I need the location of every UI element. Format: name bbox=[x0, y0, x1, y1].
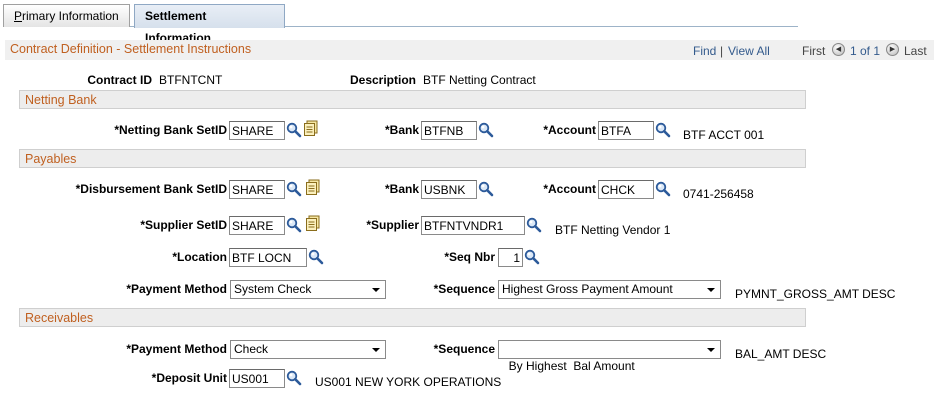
payables-bank-lookup-icon[interactable] bbox=[478, 181, 494, 197]
supplier-lookup-icon[interactable] bbox=[526, 217, 542, 233]
netting-account-input[interactable] bbox=[598, 121, 654, 140]
deposit-unit-lookup-icon[interactable] bbox=[286, 370, 302, 386]
netting-bank-input[interactable] bbox=[421, 121, 477, 140]
receivables-sequence-description: BAL_AMT DESC bbox=[735, 347, 827, 361]
payables-sequence-description: PYMNT_GROSS_AMT DESC bbox=[735, 287, 896, 301]
next-arrow-icon[interactable]: ▶ bbox=[886, 43, 899, 56]
netting-bank-lookup-icon[interactable] bbox=[478, 122, 494, 138]
first-label[interactable]: First bbox=[802, 44, 825, 58]
supplier-label: *Supplier bbox=[366, 218, 419, 232]
seq-nbr-input[interactable] bbox=[498, 248, 523, 267]
netting-account-description: BTF ACCT 001 bbox=[683, 128, 765, 142]
netting-bank-setid-lookup-icon[interactable] bbox=[286, 122, 302, 138]
supplier-setid-list-icon[interactable] bbox=[305, 215, 321, 231]
supplier-description: BTF Netting Vendor 1 bbox=[555, 223, 671, 237]
payables-payment-method-label: *Payment Method bbox=[126, 282, 227, 296]
netting-bank-setid-list-icon[interactable] bbox=[303, 120, 319, 136]
receivables-sequence-select[interactable]: By Highest Bal Amount bbox=[498, 340, 721, 373]
receivables-sequence-value: By Highest Bal Amount bbox=[508, 359, 635, 373]
netting-bank-label: *Bank bbox=[384, 123, 419, 137]
payables-bank-label: *Bank bbox=[384, 182, 419, 196]
netting-bank-setid-label: *Netting Bank SetID bbox=[114, 123, 227, 137]
contract-id-value: BTFNTCNT bbox=[159, 73, 223, 87]
section-payables-title: Payables bbox=[25, 152, 77, 166]
payables-account-description: 0741-256458 bbox=[683, 187, 754, 201]
section-netting-bank: Netting Bank bbox=[19, 90, 806, 109]
payables-payment-method-select[interactable]: System Check bbox=[230, 280, 386, 299]
page-title: Contract Definition - Settlement Instruc… bbox=[10, 42, 252, 56]
seq-nbr-label: *Seq Nbr bbox=[444, 250, 495, 264]
payables-account-label: *Account bbox=[543, 182, 596, 196]
tab-settlement-information[interactable]: Settlement Information bbox=[134, 4, 285, 45]
contract-id-label: Contract ID bbox=[87, 73, 152, 87]
payables-account-input[interactable] bbox=[598, 180, 654, 199]
supplier-setid-input[interactable] bbox=[229, 216, 285, 235]
section-receivables-title: Receivables bbox=[25, 311, 94, 325]
chevron-down-icon bbox=[707, 348, 715, 352]
netting-account-label: *Account bbox=[543, 123, 596, 137]
receivables-sequence-label: *Sequence bbox=[433, 342, 495, 356]
payables-bank-input[interactable] bbox=[421, 180, 477, 199]
netting-bank-setid-input[interactable] bbox=[229, 121, 285, 140]
receivables-payment-method-value: Check bbox=[234, 342, 269, 356]
payables-account-lookup-icon[interactable] bbox=[655, 181, 671, 197]
chevron-down-icon bbox=[372, 348, 380, 352]
previous-arrow-icon[interactable]: ◀ bbox=[832, 43, 845, 56]
receivables-payment-method-select[interactable]: Check bbox=[230, 340, 386, 359]
payables-sequence-value: Highest Gross Payment Amount bbox=[502, 282, 673, 296]
location-input[interactable] bbox=[229, 248, 307, 267]
receivables-payment-method-label: *Payment Method bbox=[126, 342, 227, 356]
chevron-down-icon bbox=[372, 288, 380, 292]
payables-sequence-select[interactable]: Highest Gross Payment Amount bbox=[498, 280, 721, 299]
section-netting-bank-title: Netting Bank bbox=[25, 93, 97, 107]
netting-account-lookup-icon[interactable] bbox=[655, 122, 671, 138]
location-lookup-icon[interactable] bbox=[308, 249, 324, 265]
supplier-setid-lookup-icon[interactable] bbox=[286, 217, 302, 233]
deposit-unit-label: *Deposit Unit bbox=[151, 371, 227, 385]
section-payables: Payables bbox=[19, 149, 806, 168]
nav-separator: | bbox=[720, 44, 724, 58]
tab-primary-information[interactable]: Primary Information bbox=[3, 4, 130, 27]
description-label: Description bbox=[349, 73, 416, 87]
tab-primary-label: rimary Information bbox=[22, 9, 119, 23]
payables-sequence-label: *Sequence bbox=[433, 282, 495, 296]
payables-payment-method-value: System Check bbox=[234, 282, 312, 296]
chevron-down-icon bbox=[707, 288, 715, 292]
section-receivables: Receivables bbox=[19, 308, 806, 327]
supplier-input[interactable] bbox=[421, 216, 525, 235]
seq-nbr-lookup-icon[interactable] bbox=[524, 249, 540, 265]
disbursement-setid-list-icon[interactable] bbox=[305, 179, 321, 195]
deposit-unit-description: US001 NEW YORK OPERATIONS bbox=[315, 375, 502, 389]
view-all-link[interactable]: View All bbox=[728, 44, 770, 58]
disbursement-bank-setid-input[interactable] bbox=[229, 180, 285, 199]
tab-primary-accesskey: P bbox=[14, 9, 23, 23]
last-label[interactable]: Last bbox=[904, 44, 927, 58]
location-label: *Location bbox=[172, 250, 227, 264]
disbursement-bank-setid-label: *Disbursement Bank SetID bbox=[75, 182, 227, 196]
deposit-unit-input[interactable] bbox=[229, 369, 285, 388]
supplier-setid-label: *Supplier SetID bbox=[140, 218, 227, 232]
disbursement-setid-lookup-icon[interactable] bbox=[286, 181, 302, 197]
description-value: BTF Netting Contract bbox=[423, 73, 536, 87]
row-count: 1 of 1 bbox=[850, 44, 881, 58]
find-link[interactable]: Find bbox=[693, 44, 716, 58]
